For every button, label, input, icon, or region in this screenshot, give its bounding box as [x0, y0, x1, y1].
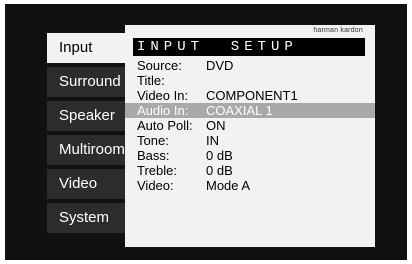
setting-row-video-in[interactable]: Video In: COMPONENT1	[125, 88, 375, 103]
setting-label: Video:	[137, 178, 174, 193]
setting-row-source[interactable]: Source: DVD	[125, 58, 375, 73]
setting-value: IN	[206, 133, 219, 148]
setting-row-auto-poll[interactable]: Auto Poll: ON	[125, 118, 375, 133]
setting-label: Tone:	[137, 133, 169, 148]
setting-label: Bass:	[137, 148, 170, 163]
setting-value: 0 dB	[206, 148, 233, 163]
setting-row-bass[interactable]: Bass: 0 dB	[125, 148, 375, 163]
setting-label: Auto Poll:	[137, 118, 193, 133]
setting-label: Treble:	[137, 163, 177, 178]
setting-value: Mode A	[206, 178, 251, 193]
setting-value: DVD	[206, 58, 234, 73]
setting-row-tone[interactable]: Tone: IN	[125, 133, 375, 148]
setting-value: ON	[206, 118, 226, 133]
input-setup-panel: harman kardon INPUT SETUP Source: DVD Ti…	[125, 25, 375, 247]
panel-title: INPUT SETUP	[133, 38, 365, 56]
setting-value: COMPONENT1	[206, 88, 298, 103]
setting-row-treble[interactable]: Treble: 0 dB	[125, 163, 375, 178]
osd-screen: Input Surround Speaker Multiroom Video S…	[5, 4, 407, 260]
setting-label: Source:	[137, 58, 182, 73]
brand-logo: harman kardon	[313, 27, 363, 34]
setting-label: Video In:	[137, 88, 189, 103]
setting-label: Title:	[137, 73, 165, 88]
setting-row-title[interactable]: Title:	[125, 73, 375, 88]
setting-value: COAXIAL 1	[206, 103, 273, 118]
setting-value: 0 dB	[206, 163, 233, 178]
setting-row-audio-in[interactable]: Audio In: COAXIAL 1	[125, 103, 375, 118]
setting-row-video[interactable]: Video: Mode A	[125, 178, 375, 193]
setting-label: Audio In:	[137, 103, 189, 118]
